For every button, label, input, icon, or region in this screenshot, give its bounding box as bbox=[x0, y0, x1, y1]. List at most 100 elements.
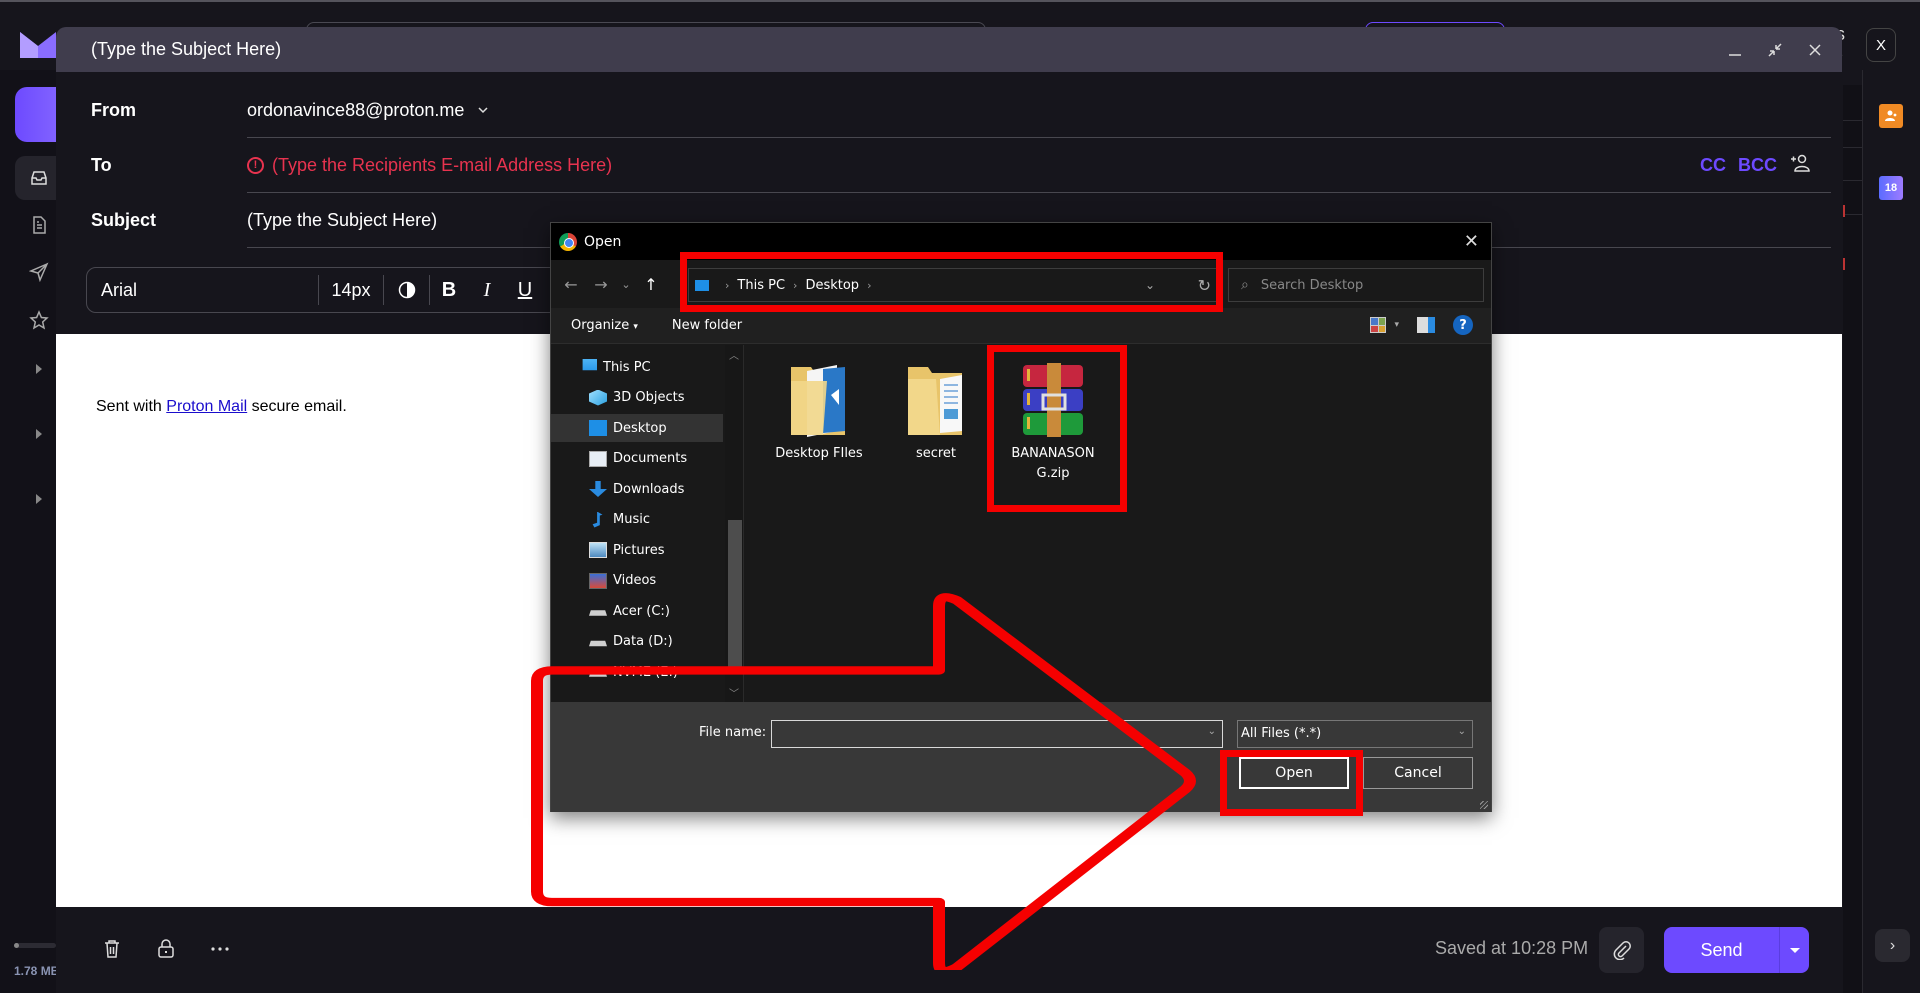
chevron-down-icon bbox=[478, 107, 488, 114]
expand-more-caret-icon[interactable] bbox=[36, 494, 42, 504]
preview-pane-icon[interactable] bbox=[1417, 317, 1435, 333]
resize-grip[interactable] bbox=[1480, 801, 1488, 809]
cc-button[interactable]: CC bbox=[1700, 155, 1726, 176]
change-view-icon[interactable] bbox=[1370, 317, 1387, 333]
lock-icon[interactable] bbox=[154, 937, 178, 961]
nav-item-3d-objects[interactable]: 3D Objects bbox=[551, 384, 723, 412]
send-options-dropdown[interactable] bbox=[1779, 927, 1809, 973]
pictures-icon bbox=[589, 542, 607, 558]
add-contact-icon[interactable] bbox=[1789, 153, 1811, 178]
nav-item-downloads[interactable]: Downloads bbox=[551, 475, 723, 503]
composer-titlebar[interactable]: (Type the Subject Here) bbox=[56, 27, 1842, 72]
nav-item-acer-c[interactable]: Acer (C:) bbox=[551, 597, 723, 625]
from-row: From ordonavince88@proton.me bbox=[91, 83, 1831, 138]
nav-pane-scrollbar[interactable]: ︿ ﹀ bbox=[725, 345, 743, 702]
nav-item-videos[interactable]: Videos bbox=[551, 567, 723, 595]
document-icon bbox=[589, 450, 607, 467]
breadcrumb-this-pc[interactable]: This PC bbox=[737, 278, 785, 293]
file-item-bananasong-zip[interactable]: BANANASON G.zip bbox=[998, 355, 1108, 484]
file-name-dropdown-icon[interactable]: ⌄ bbox=[1208, 726, 1216, 737]
breadcrumb-separator: › bbox=[725, 278, 730, 292]
organize-label: Organize bbox=[571, 318, 630, 333]
file-item-secret[interactable]: secret bbox=[881, 355, 991, 464]
window-top-border bbox=[0, 0, 1920, 2]
expand-sidebar-button[interactable]: › bbox=[1875, 929, 1910, 962]
nav-item-label: Documents bbox=[613, 451, 688, 466]
contacts-app-icon[interactable] bbox=[1879, 104, 1903, 128]
dialog-navbar: ← → ⌄ ↑ › This PC › Desktop › ⌄ ↻ ⌕ Sear… bbox=[551, 260, 1491, 308]
attach-button[interactable] bbox=[1599, 927, 1644, 973]
font-family-select[interactable]: Arial bbox=[87, 275, 319, 305]
to-input[interactable]: ! (Type the Recipients E-mail Address He… bbox=[247, 138, 1831, 193]
dialog-title: Open bbox=[584, 233, 622, 250]
expand-labels-caret-icon[interactable] bbox=[36, 429, 42, 439]
nav-item-label: This PC bbox=[603, 359, 651, 375]
contrast-icon bbox=[398, 281, 415, 299]
bcc-button[interactable]: BCC bbox=[1738, 155, 1777, 176]
file-name: Desktop FIles bbox=[775, 446, 863, 461]
nav-item-nvme-e[interactable]: NVME (E:) bbox=[551, 658, 723, 686]
navigation-pane: ︿ ﹀ This PC 3D Objects Desktop Documents Dow… bbox=[551, 345, 744, 702]
videos-icon bbox=[589, 572, 607, 589]
minimize-icon[interactable] bbox=[1726, 41, 1744, 59]
nav-item-label: 3D Objects bbox=[613, 390, 685, 405]
cancel-button[interactable]: Cancel bbox=[1363, 757, 1473, 789]
app-close-button[interactable]: X bbox=[1866, 28, 1896, 62]
underline-button[interactable]: U bbox=[506, 279, 544, 302]
nav-item-pictures[interactable]: Pictures bbox=[551, 536, 723, 564]
drive-icon bbox=[589, 671, 607, 677]
signature-suffix: secure email. bbox=[247, 398, 347, 415]
close-icon[interactable] bbox=[1806, 41, 1824, 59]
scroll-thumb[interactable] bbox=[728, 520, 742, 670]
back-arrow-icon[interactable]: ← bbox=[556, 275, 586, 294]
help-icon[interactable]: ? bbox=[1453, 315, 1473, 335]
text-color-button[interactable] bbox=[384, 275, 430, 305]
search-desktop-input[interactable]: ⌕ Search Desktop bbox=[1228, 268, 1484, 302]
file-type-select[interactable]: All Files (*.*) ⌄ bbox=[1237, 720, 1473, 748]
nav-item-label: Data (D:) bbox=[613, 634, 673, 649]
star-icon bbox=[29, 310, 49, 330]
dialog-titlebar[interactable]: Open ✕ bbox=[551, 223, 1491, 260]
expand-folders-caret-icon[interactable] bbox=[36, 364, 42, 374]
trash-icon[interactable] bbox=[100, 937, 124, 961]
view-options-chevron-icon[interactable]: ▾ bbox=[1394, 320, 1399, 330]
bold-button[interactable]: B bbox=[430, 279, 468, 302]
dialog-close-icon[interactable]: ✕ bbox=[1464, 231, 1479, 252]
unread-marker bbox=[1843, 258, 1845, 270]
file-item-desktop-files[interactable]: Desktop FIles bbox=[764, 355, 874, 464]
collapse-icon[interactable] bbox=[1766, 41, 1784, 59]
organize-menu[interactable]: Organize ▾ bbox=[571, 318, 638, 333]
file-name-input[interactable]: ⌄ bbox=[771, 720, 1223, 748]
forward-arrow-icon[interactable]: → bbox=[586, 275, 616, 294]
file-name: secret bbox=[915, 446, 957, 461]
font-size-select[interactable]: 14px bbox=[319, 275, 384, 305]
nav-item-documents[interactable]: Documents bbox=[551, 445, 723, 473]
nav-item-this-pc[interactable]: This PC bbox=[551, 353, 723, 381]
more-options-icon[interactable] bbox=[208, 937, 232, 961]
new-folder-button[interactable]: New folder bbox=[672, 318, 742, 333]
download-icon bbox=[589, 481, 607, 497]
scroll-down-icon[interactable]: ﹀ bbox=[729, 685, 739, 700]
scroll-up-icon[interactable]: ︿ bbox=[729, 347, 739, 362]
to-placeholder: (Type the Recipients E-mail Address Here… bbox=[272, 154, 613, 175]
address-bar[interactable]: › This PC › Desktop › ⌄ ↻ bbox=[688, 268, 1222, 302]
from-select[interactable]: ordonavince88@proton.me bbox=[247, 83, 1831, 138]
italic-button[interactable]: I bbox=[468, 279, 506, 302]
composer-title: (Type the Subject Here) bbox=[91, 39, 282, 59]
send-button[interactable]: Send bbox=[1664, 927, 1779, 973]
nav-item-music[interactable]: Music bbox=[551, 506, 723, 534]
address-dropdown-icon[interactable]: ⌄ bbox=[1145, 278, 1155, 292]
storage-used-text: 1.78 MB bbox=[14, 964, 60, 978]
divider bbox=[1843, 214, 1863, 215]
open-button[interactable]: Open bbox=[1239, 757, 1349, 789]
breadcrumb-desktop[interactable]: Desktop bbox=[805, 278, 859, 293]
proton-mail-link[interactable]: Proton Mail bbox=[166, 398, 247, 415]
refresh-icon[interactable]: ↻ bbox=[1198, 276, 1211, 295]
calendar-app-icon[interactable]: 18 bbox=[1879, 176, 1903, 200]
subject-label: Subject bbox=[91, 210, 157, 230]
up-arrow-icon[interactable]: ↑ bbox=[636, 275, 666, 294]
recent-locations-chevron-icon[interactable]: ⌄ bbox=[616, 278, 636, 291]
nav-item-desktop[interactable]: Desktop bbox=[551, 414, 723, 442]
divider bbox=[1843, 147, 1863, 148]
nav-item-data-d[interactable]: Data (D:) bbox=[551, 628, 723, 656]
